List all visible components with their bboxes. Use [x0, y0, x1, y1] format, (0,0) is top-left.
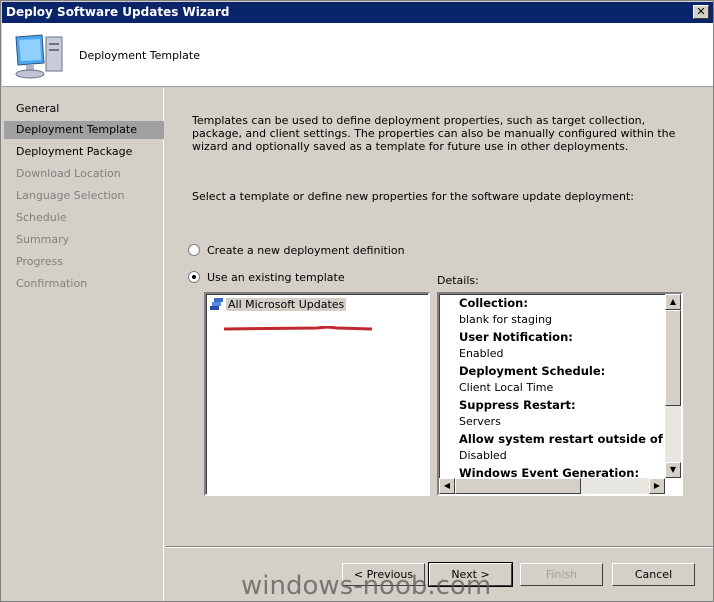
- detail-value: blank for staging: [459, 313, 553, 326]
- title-bar: Deploy Software Updates Wizard ✕: [2, 2, 713, 23]
- create-new-radio[interactable]: [188, 244, 200, 256]
- step-confirmation: Confirmation: [16, 277, 88, 290]
- button-separator: [166, 546, 713, 548]
- details-box: Collection: blank for staging User Notific…: [437, 292, 683, 496]
- detail-heading: Allow system restart outside of maint: [459, 432, 665, 446]
- detail-heading: Collection:: [459, 296, 528, 310]
- template-item-label: All Microsoft Updates: [226, 298, 347, 311]
- wizard-window: Deploy Software Updates Wizard ✕ Deploym…: [0, 0, 714, 602]
- detail-value: Enabled: [459, 347, 504, 360]
- details-label: Details:: [437, 274, 479, 287]
- cancel-button[interactable]: Cancel: [612, 563, 695, 586]
- step-language-selection: Language Selection: [16, 189, 125, 202]
- update-template-icon: [210, 298, 223, 310]
- step-download-location: Download Location: [16, 167, 121, 180]
- template-list[interactable]: All Microsoft Updates: [204, 292, 430, 496]
- detail-heading: Suppress Restart:: [459, 398, 576, 412]
- step-deployment-template[interactable]: Deployment Template: [4, 121, 164, 139]
- close-button[interactable]: ✕: [693, 5, 709, 19]
- wizard-header: Deployment Template: [2, 23, 713, 87]
- finish-button: Finish: [520, 563, 603, 586]
- detail-heading: Windows Event Generation:: [459, 466, 640, 478]
- red-redaction-line: [223, 326, 372, 331]
- scroll-up-button[interactable]: ▲: [665, 294, 681, 310]
- detail-heading: Deployment Schedule:: [459, 364, 606, 378]
- use-existing-label[interactable]: Use an existing template: [207, 271, 345, 284]
- step-progress: Progress: [16, 255, 63, 268]
- computer-icon: [15, 34, 63, 79]
- detail-value: Servers: [459, 415, 501, 428]
- step-general[interactable]: General: [4, 100, 164, 118]
- detail-value: Client Local Time: [459, 381, 554, 394]
- wizard-steps: General Deployment Template Deployment P…: [2, 88, 164, 601]
- detail-heading: User Notification:: [459, 330, 573, 344]
- scroll-down-button[interactable]: ▼: [665, 462, 681, 478]
- horizontal-scroll-thumb[interactable]: [455, 478, 581, 494]
- description-text: Templates can be used to define deployme…: [192, 114, 676, 153]
- detail-value: Disabled: [459, 449, 507, 462]
- scroll-left-button[interactable]: ◀: [439, 478, 455, 494]
- step-summary: Summary: [16, 233, 70, 246]
- step-schedule: Schedule: [16, 211, 67, 224]
- vertical-scrollbar[interactable]: ▲ ▼: [665, 294, 681, 478]
- vertical-scroll-thumb[interactable]: [665, 310, 681, 406]
- prompt-text: Select a template or define new properti…: [192, 190, 635, 203]
- page-title: Deployment Template: [79, 49, 200, 62]
- template-item[interactable]: All Microsoft Updates: [210, 297, 347, 312]
- main-content: Templates can be used to define deployme…: [166, 88, 713, 546]
- watermark: windows-noob.com: [241, 571, 492, 601]
- scroll-right-button[interactable]: ▶: [649, 478, 665, 494]
- create-new-label[interactable]: Create a new deployment definition: [207, 244, 405, 257]
- horizontal-scrollbar[interactable]: ◀ ▶: [439, 478, 665, 494]
- window-title: Deploy Software Updates Wizard: [6, 5, 230, 19]
- step-deployment-package[interactable]: Deployment Package: [4, 143, 164, 161]
- use-existing-radio[interactable]: [188, 271, 200, 283]
